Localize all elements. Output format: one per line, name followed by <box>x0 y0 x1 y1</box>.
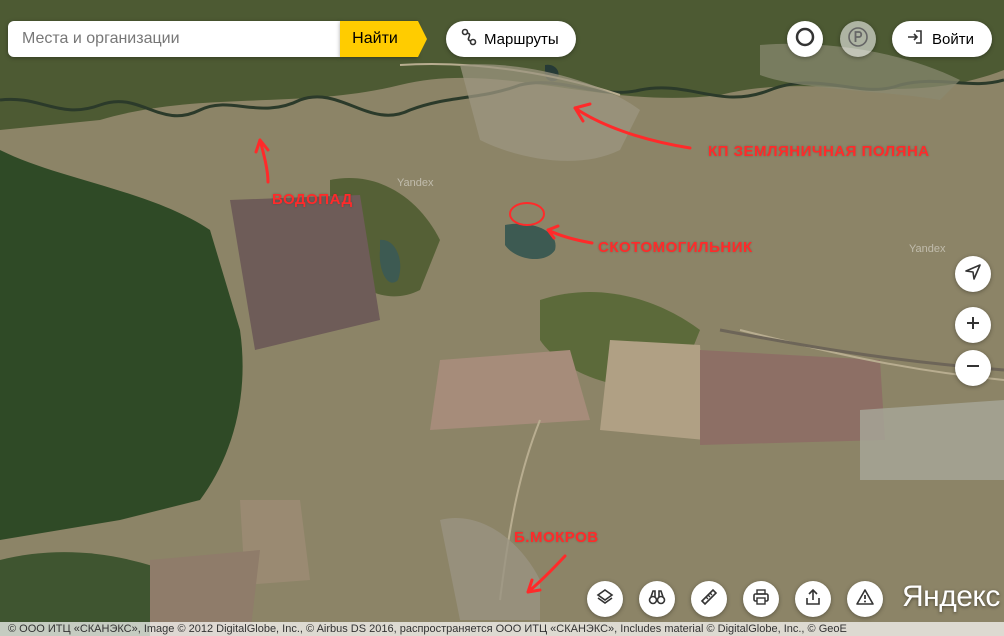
label-village: КП ЗЕМЛЯНИЧНАЯ ПОЛЯНА <box>708 143 930 160</box>
map-watermark: Yandex <box>909 243 946 255</box>
ruler-icon <box>699 587 719 612</box>
zoom-in-button[interactable] <box>955 307 991 343</box>
share-icon <box>803 587 823 612</box>
minus-icon <box>964 357 982 380</box>
routes-label: Маршруты <box>484 30 559 48</box>
label-waterfall: ВОДОПАД <box>272 191 353 208</box>
layers-icon <box>595 587 615 612</box>
search-input[interactable] <box>20 29 324 49</box>
warning-icon <box>855 587 875 612</box>
zoom-out-button[interactable] <box>955 350 991 386</box>
label-mokrov: Б.МОКРОВ <box>514 529 599 546</box>
location-arrow-icon <box>964 263 982 286</box>
parking-icon <box>847 26 869 53</box>
printer-icon <box>751 587 771 612</box>
plus-icon <box>964 314 982 337</box>
satellite-map[interactable] <box>0 0 1004 636</box>
routes-icon <box>460 28 478 50</box>
traffic-icon <box>794 26 816 53</box>
print-button[interactable] <box>743 581 779 617</box>
ruler-button[interactable] <box>691 581 727 617</box>
login-button[interactable]: Войти <box>892 21 992 57</box>
map-watermark: Yandex <box>397 177 434 189</box>
label-burial-ground: СКОТОМОГИЛЬНИК <box>598 239 753 256</box>
settlement <box>860 400 1004 480</box>
copyright-text: © ООО ИТЦ «СКАНЭКС», Image © 2012 Digita… <box>0 622 1004 636</box>
report-error-button[interactable] <box>847 581 883 617</box>
parking-button[interactable] <box>840 21 876 57</box>
login-label: Войти <box>932 30 974 48</box>
share-button[interactable] <box>795 581 831 617</box>
yandex-logo[interactable]: Яндекс <box>902 580 1000 614</box>
field <box>600 340 705 440</box>
layers-button[interactable] <box>587 581 623 617</box>
traffic-button[interactable] <box>787 21 823 57</box>
search-box <box>8 21 340 57</box>
routes-button[interactable]: Маршруты <box>446 21 576 57</box>
locate-me-button[interactable] <box>955 256 991 292</box>
binoculars-icon <box>647 587 667 612</box>
find-button[interactable]: Найти <box>340 21 427 57</box>
field <box>430 350 590 430</box>
panorama-button[interactable] <box>639 581 675 617</box>
login-icon <box>906 28 924 50</box>
search-bar: Найти <box>8 21 427 57</box>
field <box>700 350 885 445</box>
